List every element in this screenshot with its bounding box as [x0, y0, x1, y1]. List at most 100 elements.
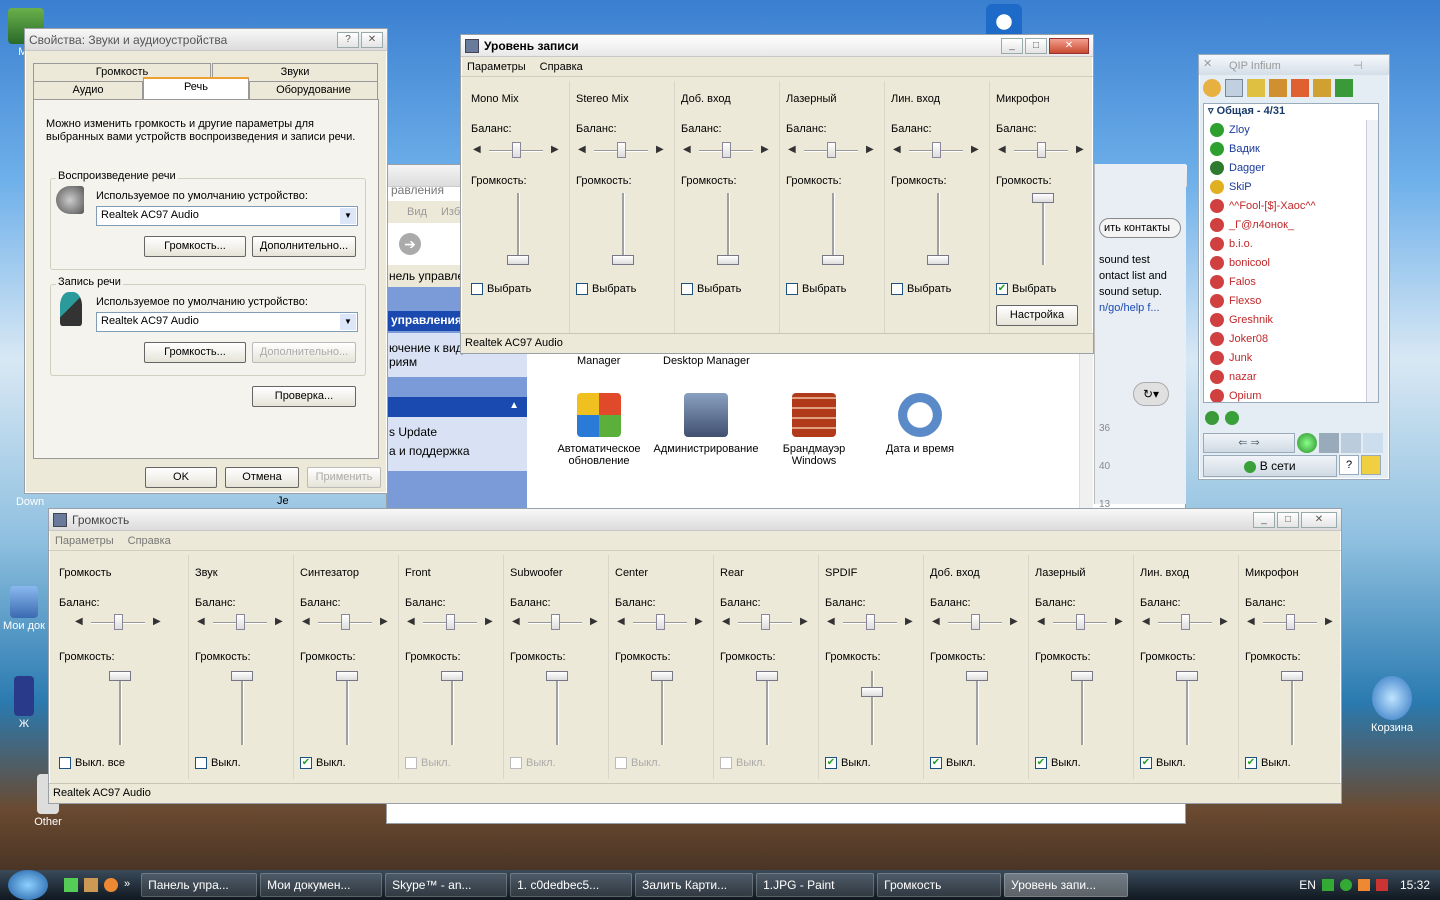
cp-item-firewall[interactable]: Брандмауэр Windows	[769, 393, 859, 467]
balance-slider-thumb[interactable]	[866, 614, 875, 630]
balance-slider-thumb[interactable]	[617, 142, 626, 158]
speaker-icon[interactable]	[1269, 79, 1287, 97]
volume-slider-thumb[interactable]	[507, 255, 529, 265]
test-button[interactable]: Проверка...	[252, 386, 356, 407]
notes-icon[interactable]	[1225, 79, 1243, 97]
task-my-documents[interactable]: Мои докумен...	[260, 873, 383, 897]
volume-slider[interactable]	[1042, 193, 1045, 265]
contact-item[interactable]: Joker08	[1204, 329, 1378, 348]
volume-slider-thumb[interactable]	[1032, 193, 1054, 203]
windows-update-link[interactable]: s Update	[389, 425, 525, 439]
tray-icon[interactable]	[1375, 879, 1388, 891]
volume-slider[interactable]	[119, 671, 122, 745]
task-volume[interactable]: Громкость	[877, 873, 1002, 897]
maximize-button[interactable]: □	[1025, 37, 1047, 54]
select-checkbox[interactable]: Выбрать	[891, 283, 951, 296]
cp-item-date-time[interactable]: Дата и время	[875, 393, 965, 455]
volume-slider-thumb[interactable]	[756, 671, 778, 681]
contact-item[interactable]: Opium	[1204, 386, 1378, 402]
task-paint[interactable]: 1.JPG - Paint	[756, 873, 875, 897]
select-checkbox[interactable]: Выбрать	[471, 283, 531, 296]
contact-item[interactable]: Falos	[1204, 272, 1378, 291]
tools-icon[interactable]	[1313, 79, 1331, 97]
desktop-icon-downloads[interactable]: Down	[8, 496, 52, 508]
online-icon[interactable]	[1297, 433, 1317, 453]
volume-slider[interactable]	[661, 671, 664, 745]
close-button[interactable]: ✕	[1301, 511, 1337, 528]
contact-item[interactable]: Greshnik	[1204, 310, 1378, 329]
add-contact-icon[interactable]	[1205, 411, 1219, 425]
volume-slider[interactable]	[241, 671, 244, 745]
collapse-icon[interactable]: ▲	[509, 400, 519, 411]
checkbox[interactable]: ✔	[300, 757, 312, 770]
volume-slider-thumb[interactable]	[861, 687, 883, 697]
desktop-icon-my-documents[interactable]: Мои док	[0, 586, 48, 632]
mute-checkbox[interactable]: ✔ Выкл.	[930, 757, 976, 770]
cp-item-auto-update[interactable]: Автоматическое обновление	[553, 393, 645, 467]
clock[interactable]: 15:32	[1400, 878, 1430, 892]
sound-icon[interactable]	[1247, 79, 1265, 97]
desktop-icon-recycle-bin[interactable]: Корзина	[1362, 676, 1422, 734]
quicklaunch-icon[interactable]	[64, 878, 78, 892]
tray-icon[interactable]	[1321, 879, 1334, 891]
volume-slider-thumb[interactable]	[1176, 671, 1198, 681]
select-checkbox[interactable]: Выбрать	[681, 283, 741, 296]
checkbox[interactable]	[786, 283, 798, 296]
tab-hardware[interactable]: Оборудование	[249, 81, 378, 99]
checkbox[interactable]	[59, 757, 71, 770]
maximize-button[interactable]: □	[1277, 511, 1299, 528]
balance-slider-thumb[interactable]	[446, 614, 455, 630]
history-icon[interactable]	[1335, 79, 1353, 97]
cp-item-administration[interactable]: Администрирование	[651, 393, 761, 455]
help-support-link[interactable]: а и поддержка	[389, 444, 525, 458]
checkbox[interactable]: ✔	[1245, 757, 1257, 770]
help-link[interactable]: n/go/help f...	[1099, 300, 1185, 316]
mute-checkbox[interactable]: Выкл. все	[59, 757, 125, 770]
select-checkbox[interactable]: Выбрать	[576, 283, 636, 296]
checkbox[interactable]	[681, 283, 693, 296]
tray-icon[interactable]	[1357, 879, 1370, 891]
firefox-icon[interactable]	[104, 878, 118, 892]
mute-checkbox[interactable]: ✔ Выкл.	[1140, 757, 1186, 770]
calendar-icon[interactable]	[1291, 79, 1309, 97]
balance-slider-thumb[interactable]	[827, 142, 836, 158]
checkbox[interactable]: ✔	[930, 757, 942, 770]
settings-button[interactable]: Настройка	[996, 305, 1078, 326]
balance-slider-thumb[interactable]	[761, 614, 770, 630]
volume-slider-thumb[interactable]	[612, 255, 634, 265]
volume-slider-thumb[interactable]	[966, 671, 988, 681]
contact-item[interactable]: Junk	[1204, 348, 1378, 367]
volume-slider-thumb[interactable]	[822, 255, 844, 265]
menu-parameters[interactable]: Параметры	[467, 61, 526, 73]
sidebar-panel-header[interactable]: ▲	[387, 397, 527, 417]
balance-slider-thumb[interactable]	[932, 142, 941, 158]
balance-slider-thumb[interactable]	[114, 614, 123, 630]
task-control-panel[interactable]: Панель упра...	[141, 873, 258, 897]
tab-speech[interactable]: Речь	[143, 77, 249, 99]
balance-slider-thumb[interactable]	[236, 614, 245, 630]
flower-icon[interactable]	[1225, 411, 1239, 425]
volume-slider-thumb[interactable]	[231, 671, 253, 681]
contact-item[interactable]: ^^Fool-[$]-Хаос^^	[1204, 196, 1378, 215]
task-file[interactable]: 1. c0dedbec5...	[510, 873, 633, 897]
volume-slider-thumb[interactable]	[109, 671, 131, 681]
record-device-select[interactable]: Realtek AC97 Audio ▼	[96, 312, 358, 332]
contact-item[interactable]: SkiP	[1204, 177, 1378, 196]
balance-slider-thumb[interactable]	[1076, 614, 1085, 630]
volume-slider[interactable]	[1291, 671, 1294, 745]
mute-checkbox[interactable]: ✔ Выкл.	[1035, 757, 1081, 770]
balance-slider-thumb[interactable]	[971, 614, 980, 630]
qip-main-menu-button[interactable]: ⇐ ⇒	[1203, 433, 1295, 453]
checkbox[interactable]: ✔	[1035, 757, 1047, 770]
menu-help[interactable]: Справка	[540, 61, 583, 73]
help-button[interactable]: ?	[337, 31, 359, 48]
mute-checkbox[interactable]: Выкл.	[195, 757, 241, 770]
balance-slider-thumb[interactable]	[722, 142, 731, 158]
task-upload[interactable]: Залить Карти...	[635, 873, 754, 897]
task-record-level[interactable]: Уровень запи...	[1004, 873, 1129, 897]
volume-slider-thumb[interactable]	[927, 255, 949, 265]
back-arrow-icon[interactable]: ➔	[399, 233, 421, 255]
checkbox[interactable]	[891, 283, 903, 296]
language-indicator[interactable]: EN	[1299, 878, 1316, 892]
volume-slider[interactable]	[451, 671, 454, 745]
